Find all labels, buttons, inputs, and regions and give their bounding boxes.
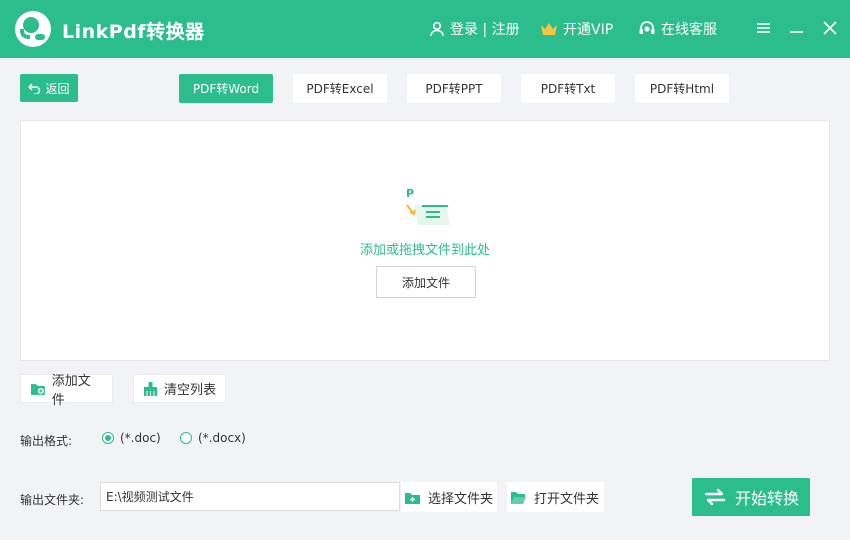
tab-pdf-to-ppt[interactable]: PDF转PPT (407, 74, 501, 103)
vip-link[interactable]: 开通VIP (540, 19, 613, 39)
add-files-label: 添加文件 (51, 373, 91, 408)
format-doc-radio[interactable]: (*.doc) (102, 431, 161, 445)
folder-open-icon (511, 491, 526, 504)
format-doc-label: (*.doc) (120, 431, 161, 445)
start-convert-label: 开始转换 (734, 489, 799, 508)
headset-icon (639, 21, 655, 34)
clear-list-label: 清空列表 (164, 383, 217, 398)
output-format-label: 输出格式: (20, 434, 73, 448)
tab-label: PDF转Txt (540, 82, 596, 96)
add-files-button[interactable]: 添加文件 (20, 374, 113, 408)
tab-label: PDF转Excel (306, 82, 374, 96)
output-folder-input[interactable] (100, 482, 400, 511)
add-file-button[interactable]: 添加文件 (376, 266, 476, 298)
title-bar: LinkPdf转换器 登录 | 注册 开通VIP 在线客服 (0, 0, 850, 58)
tab-pdf-to-excel[interactable]: PDF转Excel (293, 74, 387, 103)
pdf-letter: P (406, 187, 414, 200)
login-label: 登录 | 注册 (450, 22, 520, 38)
convert-arrows-icon (704, 488, 726, 506)
customer-service-link[interactable]: 在线客服 (638, 19, 717, 39)
tab-label: PDF转Word (192, 82, 260, 96)
app-title: LinkPdf转换器 (62, 21, 205, 43)
vip-label: 开通VIP (563, 22, 614, 38)
menu-icon[interactable] (754, 17, 774, 39)
start-convert-button[interactable]: 开始转换 (692, 478, 810, 516)
broom-icon (144, 381, 157, 396)
close-icon[interactable] (820, 17, 840, 39)
output-folder-label: 输出文件夹: (20, 493, 85, 507)
back-label: 返回 (45, 81, 70, 96)
format-docx-radio[interactable]: (*.docx) (180, 431, 246, 445)
minimize-icon[interactable] (787, 17, 807, 39)
format-docx-label: (*.docx) (198, 431, 246, 445)
return-arrow-icon (28, 83, 41, 94)
open-folder-button[interactable]: 打开文件夹 (507, 482, 604, 512)
app-logo-icon (15, 11, 51, 47)
tab-pdf-to-word[interactable]: PDF转Word (179, 74, 273, 103)
clear-list-button[interactable]: 清空列表 (133, 374, 226, 403)
user-icon (430, 21, 444, 37)
tab-label: PDF转PPT (425, 82, 483, 96)
choose-folder-button[interactable]: 选择文件夹 (401, 482, 497, 512)
file-drop-icon: P (406, 187, 450, 225)
drop-hint: 添加或拖拽文件到此处 (359, 243, 490, 258)
tab-label: PDF转Html (649, 82, 715, 96)
radio-unchecked-icon (180, 432, 192, 444)
back-button[interactable]: 返回 (20, 74, 78, 102)
folder-add-icon (30, 383, 45, 395)
folder-plus-icon (405, 492, 420, 504)
radio-checked-icon (102, 432, 114, 444)
service-label: 在线客服 (661, 22, 717, 38)
file-drop-zone[interactable]: P 添加或拖拽文件到此处 添加文件 (20, 120, 830, 361)
open-folder-label: 打开文件夹 (534, 491, 600, 507)
crown-icon (541, 22, 557, 35)
login-register-link[interactable]: 登录 | 注册 (429, 19, 520, 39)
tab-pdf-to-html[interactable]: PDF转Html (635, 74, 729, 103)
choose-folder-label: 选择文件夹 (428, 491, 494, 507)
tab-pdf-to-txt[interactable]: PDF转Txt (521, 74, 615, 103)
